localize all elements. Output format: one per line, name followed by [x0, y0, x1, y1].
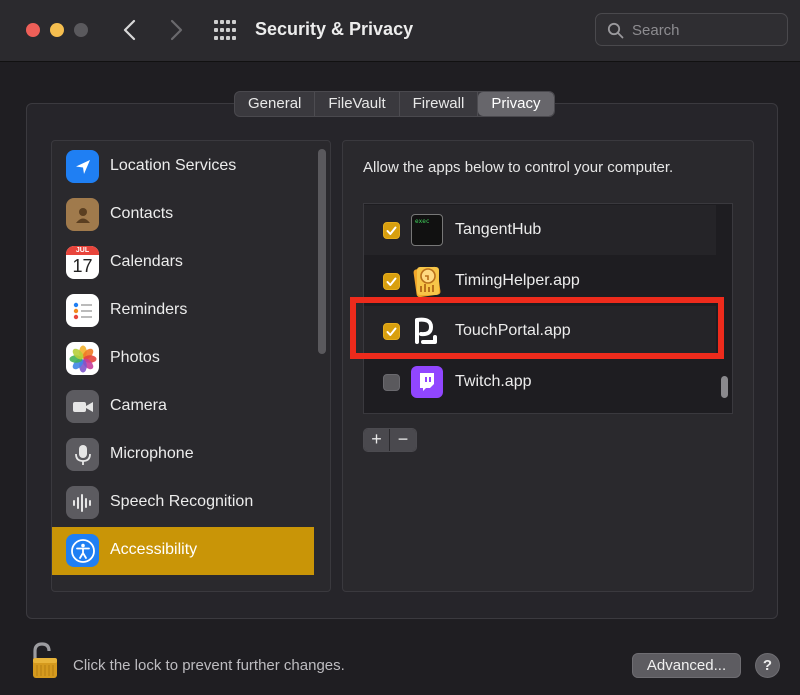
- sidebar-item-label: Reminders: [110, 301, 188, 318]
- speech-waveform-icon: [66, 486, 99, 519]
- sidebar-item-label: Photos: [110, 349, 160, 366]
- microphone-icon: [66, 438, 99, 471]
- sidebar-item-contacts[interactable]: Contacts: [52, 191, 314, 239]
- sidebar-item-label: Accessibility: [110, 541, 198, 558]
- sidebar-item-label: Calendars: [110, 253, 183, 270]
- search-icon: [607, 22, 624, 39]
- calendar-month: JUL: [66, 246, 99, 255]
- sidebar-item-calendars[interactable]: JUL 17 Calendars: [52, 239, 314, 287]
- tab-filevault[interactable]: FileVault: [315, 92, 400, 116]
- minimize-window-button[interactable]: [50, 23, 64, 37]
- terminal-icon-text: exec: [415, 218, 430, 225]
- lock-button[interactable]: [31, 641, 61, 681]
- sidebar-item-label: Contacts: [110, 205, 174, 222]
- app-checkbox[interactable]: [383, 222, 400, 239]
- sidebar-item-microphone[interactable]: Microphone: [52, 431, 314, 479]
- checkmark-icon: [386, 277, 397, 286]
- sidebar-scrollbar[interactable]: [318, 149, 326, 354]
- search-field[interactable]: [595, 13, 788, 46]
- photos-icon: [66, 342, 99, 375]
- show-all-button[interactable]: [213, 19, 237, 41]
- privacy-category-list[interactable]: Location Services Contacts JUL 17 Calend…: [51, 140, 331, 592]
- sidebar-item-label: Location Services: [110, 157, 237, 174]
- remove-app-button[interactable]: −: [390, 429, 416, 451]
- app-name: TimingHelper.app: [455, 272, 580, 289]
- checkmark-icon: [386, 226, 397, 235]
- app-row-twitch[interactable]: Twitch.app: [364, 357, 716, 407]
- sidebar-item-label: Microphone: [110, 445, 194, 462]
- location-arrow-icon: [66, 150, 99, 183]
- search-input[interactable]: [632, 20, 777, 40]
- tab-bar: General FileVault Firewall Privacy: [234, 91, 555, 117]
- sidebar-item-photos[interactable]: Photos: [52, 335, 314, 383]
- sidebar-item-label: Camera: [110, 397, 167, 414]
- app-name: TangentHub: [455, 221, 542, 238]
- sidebar-item-location-services[interactable]: Location Services: [52, 143, 314, 191]
- app-list-scrollbar[interactable]: [721, 376, 728, 398]
- window-title: Security & Privacy: [255, 19, 414, 39]
- app-checkbox[interactable]: [383, 374, 400, 391]
- advanced-button[interactable]: Advanced...: [632, 653, 741, 678]
- chevron-right-icon: [170, 19, 183, 41]
- add-app-button[interactable]: +: [364, 429, 390, 451]
- app-name: Twitch.app: [455, 373, 532, 390]
- help-button[interactable]: ?: [755, 653, 780, 678]
- calendar-icon: JUL 17: [66, 246, 99, 279]
- unlocked-padlock-icon: [33, 642, 57, 678]
- pane-description: Allow the apps below to control your com…: [363, 159, 674, 176]
- title-bar: Security & Privacy: [0, 0, 800, 62]
- sidebar-item-accessibility[interactable]: Accessibility: [52, 527, 314, 575]
- zoom-window-button[interactable]: [74, 23, 88, 37]
- grid-icon: [214, 20, 236, 40]
- sidebar-item-reminders[interactable]: Reminders: [52, 287, 314, 335]
- contacts-icon: [66, 198, 99, 231]
- reminders-icon: [66, 294, 99, 327]
- tab-privacy[interactable]: Privacy: [478, 92, 554, 116]
- calendar-day: 17: [72, 256, 93, 276]
- accessibility-icon: [66, 534, 99, 567]
- sidebar-item-speech-recognition[interactable]: Speech Recognition: [52, 479, 314, 527]
- tab-firewall[interactable]: Firewall: [400, 92, 479, 116]
- sidebar-item-label: Speech Recognition: [110, 493, 254, 510]
- add-remove-control: + −: [363, 428, 417, 452]
- app-checkbox[interactable]: [383, 273, 400, 290]
- chevron-left-icon: [123, 19, 136, 41]
- highlight-annotation-box: [350, 297, 724, 359]
- forward-button[interactable]: [164, 16, 188, 44]
- twitch-icon: [411, 366, 443, 398]
- camera-icon: [66, 390, 99, 423]
- tab-general[interactable]: General: [235, 92, 316, 116]
- sidebar-item-camera[interactable]: Camera: [52, 383, 314, 431]
- terminal-icon: exec: [411, 214, 443, 246]
- app-row-tangenthub[interactable]: exec TangentHub: [364, 205, 716, 255]
- close-window-button[interactable]: [26, 23, 40, 37]
- lock-status-text: Click the lock to prevent further change…: [73, 657, 345, 674]
- back-button[interactable]: [118, 16, 142, 44]
- timing-icon: [411, 265, 443, 298]
